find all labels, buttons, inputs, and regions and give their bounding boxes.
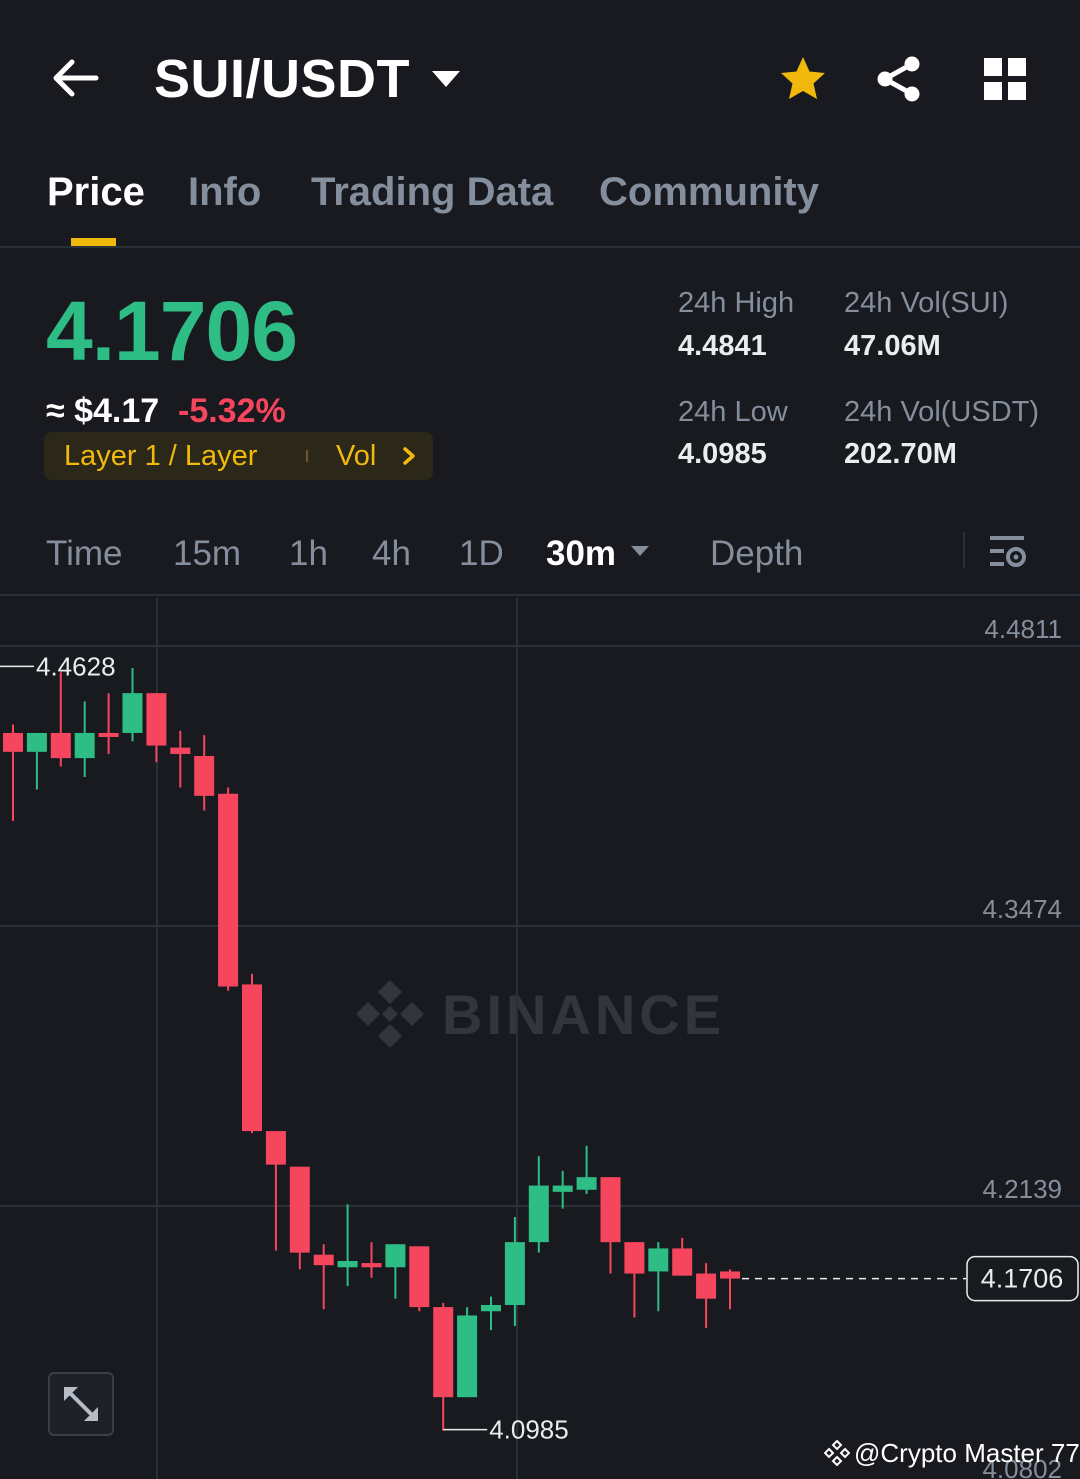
back-arrow-icon[interactable] — [50, 56, 100, 100]
candle-down — [720, 1271, 740, 1279]
candlestick-chart[interactable]: BINANCE 4.4811 4.3474 4.2139 4.0802 4.4628 4.… — [0, 598, 1080, 1479]
y-axis-tick-label: 4.4811 — [984, 614, 1062, 644]
vol-quote-label: 24h Vol(USDT) — [844, 396, 1040, 428]
expand-icon — [64, 1387, 98, 1421]
interval-bar: Time 15m 1h 4h 1D 30m Depth — [0, 520, 1080, 596]
candle-down — [3, 732, 23, 752]
y-axis-tick-label: 4.3474 — [982, 894, 1062, 924]
tag-divider — [306, 450, 308, 462]
chart-canvas[interactable]: 4.48114.34744.21394.08024.46284.09854.17… — [0, 598, 1080, 1479]
candle-down — [218, 793, 239, 987]
candle-up — [552, 1185, 573, 1192]
candle-down — [409, 1246, 430, 1308]
candle-up — [74, 732, 95, 759]
section-tabs: Price Info Trading Data Community — [0, 150, 1080, 248]
interval-divider — [963, 532, 965, 568]
fiat-price: ≈ $4.17 — [46, 392, 160, 430]
pair-title[interactable]: SUI/USDT — [154, 48, 410, 110]
candle-up — [385, 1244, 406, 1268]
high-24h-label: 24h High — [678, 287, 795, 319]
interval-15m[interactable]: 15m — [173, 534, 241, 574]
candle-down — [289, 1166, 310, 1253]
min-price-marker: 4.0985 — [489, 1415, 569, 1445]
vol-tag-label: Vol — [336, 440, 377, 472]
candle-down — [672, 1248, 693, 1276]
credit-overlay: @Crypto Master 77 — [824, 1438, 1080, 1469]
last-price-label: 4.1706 — [981, 1264, 1064, 1294]
interval-time[interactable]: Time — [46, 534, 122, 574]
candle-down — [313, 1254, 334, 1266]
vol-quote-value: 202.70M — [844, 438, 957, 470]
vol-base-value: 47.06M — [844, 330, 941, 362]
pair-dropdown-caret-icon[interactable] — [430, 68, 462, 90]
interval-dropdown-caret-icon[interactable] — [630, 544, 650, 558]
max-price-marker: 4.4628 — [36, 651, 116, 681]
favorite-star-icon[interactable] — [778, 54, 828, 104]
candle-down — [170, 747, 191, 754]
candle-down — [361, 1263, 382, 1268]
candle-up — [481, 1304, 501, 1312]
grid-menu-icon[interactable] — [982, 56, 1028, 102]
high-24h-value: 4.4841 — [678, 330, 767, 362]
interval-1h[interactable]: 1h — [289, 534, 328, 574]
tab-price[interactable]: Price — [47, 170, 145, 215]
interval-4h[interactable]: 4h — [372, 534, 411, 574]
category-tag[interactable]: Layer 1 / Layer Vol — [44, 432, 433, 480]
share-icon[interactable] — [874, 54, 924, 104]
interval-30m[interactable]: 30m — [546, 534, 616, 574]
vol-base-label: 24h Vol(SUI) — [844, 287, 1009, 319]
candle-up — [528, 1185, 549, 1243]
low-24h-label: 24h Low — [678, 396, 788, 428]
chevron-right-icon — [403, 447, 415, 465]
candle-down — [194, 756, 215, 796]
low-24h-value: 4.0985 — [678, 438, 767, 470]
tab-community[interactable]: Community — [599, 170, 819, 215]
active-tab-indicator — [71, 238, 116, 246]
candle-up — [26, 732, 47, 752]
binance-small-logo-icon — [824, 1440, 850, 1466]
candle-up — [122, 693, 143, 733]
last-price: 4.1706 — [46, 284, 298, 378]
candle-up — [457, 1315, 478, 1398]
candle-up — [504, 1242, 525, 1305]
candle-up — [576, 1177, 597, 1190]
candle-down — [265, 1131, 286, 1165]
candle-down — [146, 693, 167, 746]
tab-trading-data[interactable]: Trading Data — [311, 170, 553, 215]
fullscreen-button[interactable] — [48, 1372, 114, 1436]
candle-down — [600, 1177, 621, 1243]
interval-1d[interactable]: 1D — [459, 534, 504, 574]
chart-settings-icon[interactable] — [988, 532, 1028, 572]
candle-down — [696, 1273, 717, 1299]
tab-info[interactable]: Info — [188, 170, 261, 215]
top-bar: SUI/USDT — [0, 0, 1080, 150]
candle-up — [337, 1260, 358, 1268]
price-change-percent: -5.32% — [178, 392, 286, 430]
candle-down — [50, 732, 71, 759]
credit-text: @Crypto Master 77 — [854, 1438, 1080, 1468]
candle-down — [624, 1242, 645, 1274]
category-tag-label: Layer 1 / Layer — [64, 440, 258, 472]
candle-up — [648, 1248, 669, 1272]
y-axis-tick-label: 4.2139 — [982, 1174, 1062, 1204]
candle-down — [433, 1307, 454, 1398]
candle-down — [242, 984, 262, 1132]
candle-down — [98, 732, 119, 737]
interval-depth[interactable]: Depth — [710, 534, 803, 574]
